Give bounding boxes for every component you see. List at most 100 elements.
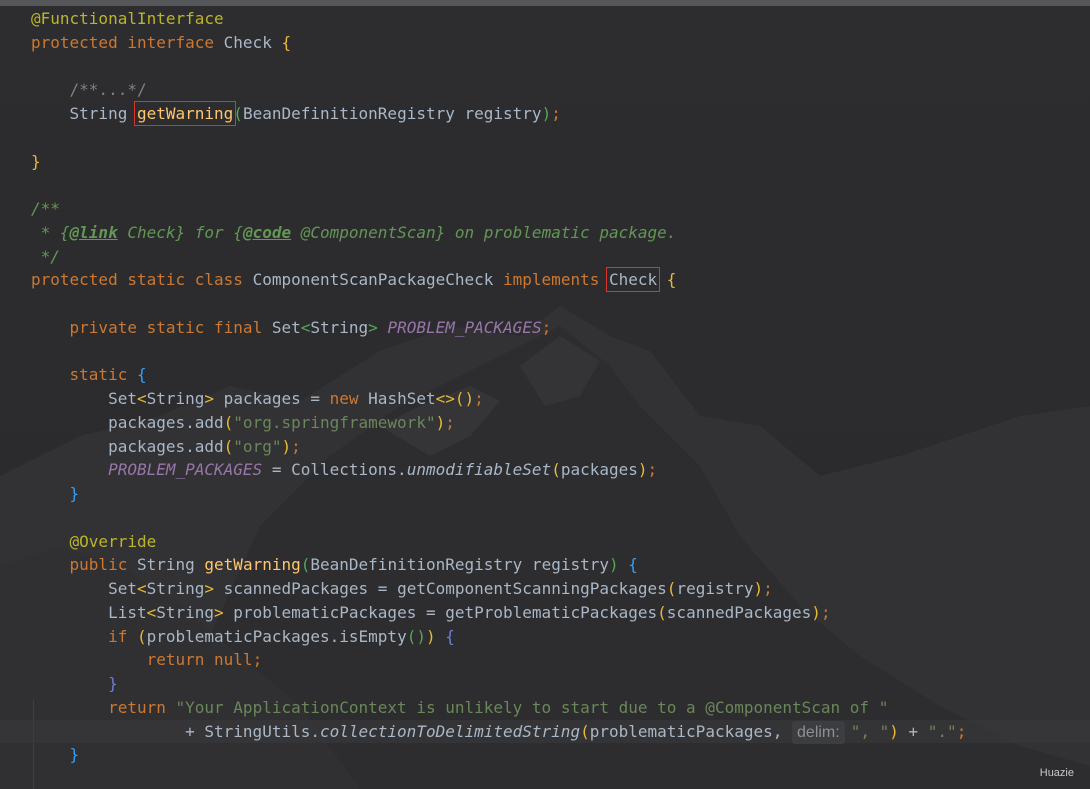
code-token: scannedPackages — [666, 602, 812, 622]
code-token: String — [136, 555, 205, 575]
code-token: < — [300, 317, 311, 337]
check-highlight: Check — [605, 267, 661, 293]
code-token: BeanDefinitionRegistry registry — [242, 104, 542, 123]
code-token: > — [204, 579, 215, 598]
code-token: class — [194, 270, 253, 290]
code-line[interactable]: public String getWarning(BeanDefinitionR… — [31, 553, 1090, 577]
code-token: /** — [31, 199, 60, 218]
code-line[interactable]: private static final Set<String> PROBLEM… — [31, 316, 1090, 340]
code-token: { — [666, 270, 677, 290]
code-token: problematicPackages = getProblematicPack… — [223, 602, 658, 622]
code-token: if — [108, 626, 137, 646]
code-line[interactable]: + StringUtils.collectionToDelimitedStrin… — [0, 719, 1090, 745]
code-token: private — [69, 317, 147, 337]
code-token: String — [310, 317, 369, 337]
code-token: ( — [233, 104, 243, 123]
code-line[interactable]: return null; — [31, 648, 1090, 672]
code-line[interactable]: return "Your ApplicationContext is unlik… — [31, 696, 1090, 720]
code-line[interactable]: protected static class ComponentScanPack… — [31, 267, 1090, 293]
code-line[interactable]: List<String> problematicPackages = getPr… — [31, 601, 1090, 625]
code-token: ( — [657, 602, 667, 622]
code-token: ) — [637, 460, 648, 480]
code-token: + — [898, 721, 928, 741]
code-line[interactable]: Set<String> scannedPackages = getCompone… — [31, 577, 1090, 601]
code-token: { — [628, 555, 638, 575]
code-token: scannedPackages = getComponentScanningPa… — [214, 579, 667, 598]
code-token: String — [146, 389, 205, 408]
code-token: problematicPackages.isEmpty — [146, 626, 407, 646]
code-line[interactable]: } — [31, 743, 1090, 767]
code-token: ; — [474, 389, 484, 408]
code-line[interactable]: } — [31, 150, 1090, 174]
code-token: } — [69, 745, 80, 765]
code-line[interactable]: * {@link Check} for {@code @ComponentSca… — [31, 221, 1090, 245]
code-line[interactable]: packages.add("org"); — [31, 435, 1090, 459]
code-line[interactable]: Set<String> packages = new HashSet<>(); — [31, 387, 1090, 411]
code-line[interactable]: */ — [31, 245, 1090, 269]
code-token: () — [454, 389, 475, 408]
code-token: ; — [647, 460, 658, 480]
code-token: + StringUtils. — [31, 721, 320, 741]
code-token: @Override — [69, 531, 157, 551]
code-line[interactable]: } — [31, 482, 1090, 506]
code-line[interactable] — [31, 126, 1090, 150]
code-token: problematicPackages, — [589, 721, 793, 741]
code-token: > — [368, 317, 378, 337]
code-line[interactable]: } — [31, 672, 1090, 696]
code-line[interactable]: @Override — [31, 530, 1090, 554]
code-token: { — [136, 365, 147, 385]
code-token: ( — [300, 555, 311, 575]
code-token: interface — [127, 32, 224, 52]
code-token: > — [214, 602, 224, 622]
code-token: protected — [31, 270, 128, 290]
code-token: ; — [763, 579, 773, 598]
code-line[interactable] — [31, 340, 1090, 364]
code-token: ( — [580, 721, 590, 741]
code-token: getWarning — [204, 555, 301, 575]
code-line[interactable]: /**...*/ — [31, 78, 1090, 102]
code-token: ; — [252, 650, 263, 670]
code-token: ) — [889, 721, 899, 741]
code-line[interactable] — [31, 292, 1090, 316]
code-token: static — [69, 365, 137, 385]
code-token: Check} for { — [117, 222, 243, 242]
code-token: packages — [560, 460, 638, 480]
code-line[interactable]: /** — [31, 197, 1090, 221]
code-line[interactable]: String getWarning(BeanDefinitionRegistry… — [31, 101, 1090, 126]
code-line[interactable]: protected interface Check { — [31, 31, 1090, 55]
code-token: static — [146, 317, 215, 337]
code-line[interactable]: @FunctionalInterface — [31, 7, 1090, 31]
code-token: { — [445, 626, 455, 646]
code-token: ( — [223, 436, 234, 456]
code-token: * { — [31, 222, 70, 242]
code-token: List — [31, 602, 147, 622]
code-token: } — [108, 674, 118, 693]
code-line[interactable]: if (problematicPackages.isEmpty()) { — [31, 625, 1090, 649]
code-token: Set — [271, 317, 301, 337]
code-token: @FunctionalInterface — [31, 9, 224, 28]
code-token: public — [69, 555, 137, 575]
code-token: BeanDefinitionRegistry registry — [310, 555, 609, 575]
code-token: return — [108, 697, 176, 717]
code-line[interactable]: PROBLEM_PACKAGES = Collections.unmodifia… — [31, 458, 1090, 482]
code-line[interactable]: packages.add("org.springframework"); — [31, 411, 1090, 435]
code-line[interactable] — [31, 55, 1090, 79]
code-token: ) — [425, 626, 436, 646]
code-line[interactable] — [31, 506, 1090, 530]
code-token: packages = — [214, 389, 330, 408]
code-line[interactable] — [31, 173, 1090, 197]
code-token: ) — [609, 555, 619, 575]
code-editor[interactable]: @FunctionalInterface protected interface … — [0, 7, 1090, 767]
parameter-hint: delim: — [792, 720, 845, 745]
code-token: String — [31, 104, 137, 123]
code-line[interactable]: static { — [31, 363, 1090, 387]
